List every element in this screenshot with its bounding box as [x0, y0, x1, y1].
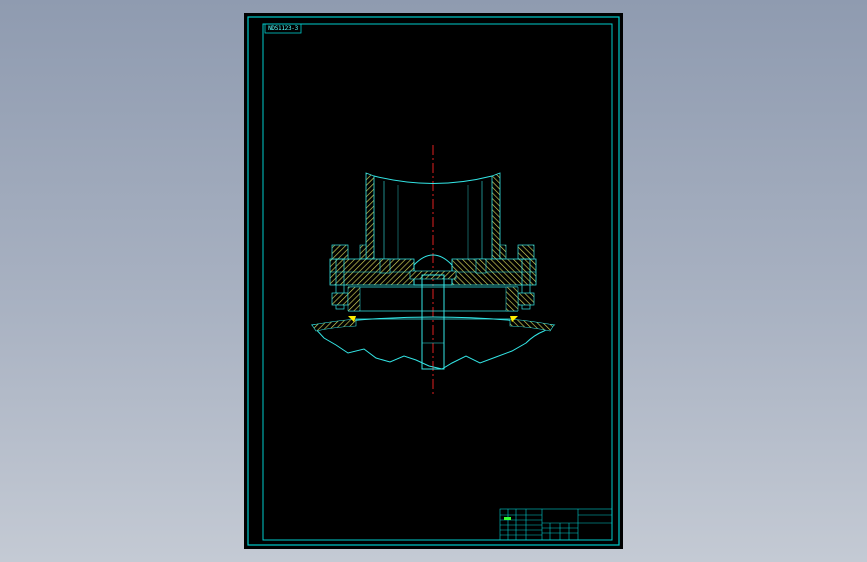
- base-plate-hatch-left: [311, 318, 357, 332]
- inner-bolt-right: [475, 258, 487, 274]
- pipe-wall-left: [365, 172, 375, 260]
- inner-bolt-left: [379, 258, 391, 274]
- bolt-left-head: [331, 244, 349, 260]
- drawing-sheet: NDS1123-3: [244, 13, 623, 549]
- drawing-number-tag: NDS1123-3: [268, 25, 298, 32]
- bolt-left-nut: [331, 292, 349, 306]
- lower-plate-hatch-left: [347, 286, 361, 312]
- pipe-wall-right: [491, 172, 501, 260]
- base-plate-hatch-right: [509, 318, 555, 332]
- bolt-right-nut: [517, 292, 535, 306]
- bolt-right-head: [517, 244, 535, 260]
- title-block-name: [543, 515, 577, 523]
- lower-plate-hatch-right: [505, 286, 519, 312]
- title-block-marker: [504, 517, 511, 520]
- title-block-code: [578, 509, 611, 515]
- gusset-right: [499, 244, 507, 260]
- gusset-left: [359, 244, 367, 260]
- inner-frame: [262, 23, 613, 541]
- technical-drawing: [247, 16, 620, 546]
